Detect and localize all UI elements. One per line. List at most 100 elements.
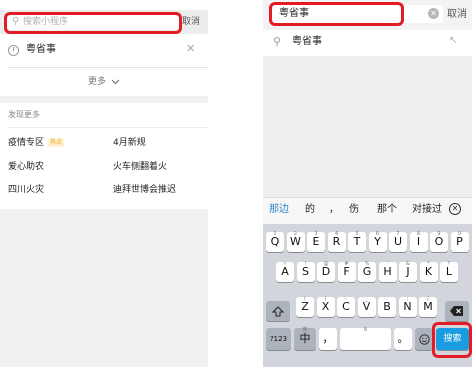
cancel-button[interactable]: 取消: [182, 14, 200, 30]
period-key[interactable]: 。: [394, 328, 412, 350]
cancel-button[interactable]: 取消: [447, 8, 467, 22]
language-key-sub: 英: [302, 327, 308, 333]
key-alt-char: (: [304, 296, 306, 302]
trend-label: 四川火灾: [8, 185, 45, 195]
key-alt-char: *: [427, 261, 430, 267]
key-alt-char: ?: [447, 261, 451, 267]
key-j[interactable]: & J: [399, 261, 417, 282]
clock-icon: [8, 45, 19, 56]
section-title: 发现更多: [8, 110, 40, 119]
key-s[interactable]: ! S: [296, 261, 315, 282]
highlight-box: [4, 12, 182, 34]
key-alt-char: 3: [314, 231, 318, 237]
trend-label: 迪拜世博会推迟: [113, 185, 177, 195]
key-alt-char: 1: [273, 231, 277, 237]
key-x[interactable]: ) X: [316, 296, 335, 317]
key-alt-char: 9: [437, 231, 441, 237]
key-alt-char: %: [364, 261, 370, 267]
comma-key[interactable]: ，: [319, 328, 337, 350]
key-alt-char: ~: [282, 261, 288, 267]
space-key[interactable]: 8: [340, 327, 391, 350]
key-o[interactable]: 9O: [430, 231, 448, 252]
key-r[interactable]: 4R: [327, 231, 346, 252]
fill-arrow-icon[interactable]: ↖: [449, 34, 457, 48]
key-u[interactable]: 7U: [389, 231, 407, 252]
key-alt-char: ;: [406, 296, 409, 302]
key-k[interactable]: * K: [419, 261, 438, 282]
trend-item[interactable]: 四川火灾: [8, 183, 44, 197]
close-candidates-icon[interactable]: ✕: [449, 203, 461, 215]
trend-item[interactable]: 迪拜世博会推迟: [113, 183, 176, 197]
backspace-key[interactable]: [445, 301, 469, 321]
candidate-bar: 那边 的 ， 伤 那个 对接过 ✕: [263, 197, 472, 225]
key-alt-char: ': [386, 261, 389, 267]
suggestion-label: 粤省事: [292, 36, 322, 47]
emoji-key[interactable]: [415, 328, 433, 350]
trend-item[interactable]: 疫情专区 热点: [8, 136, 65, 150]
key-i[interactable]: 8I: [409, 231, 428, 252]
mini-program-search-panel: ⚲ 搜索小程序 取消 粤省事 ✕ 更多 发现更多 疫情专区 热点 4月新规 爱心助…: [0, 0, 208, 367]
language-key[interactable]: 英 中: [294, 327, 316, 350]
key-alt-char: !: [304, 261, 307, 267]
history-item[interactable]: 粤省事 ✕: [0, 37, 208, 67]
key-alt-char: #: [344, 261, 349, 267]
key-d[interactable]: @ D: [317, 261, 335, 282]
key-h[interactable]: ' H: [378, 261, 397, 282]
trend-label: 4月新规: [113, 138, 146, 148]
divider: [8, 127, 208, 128]
trend-item[interactable]: 火车侧翻着火: [113, 160, 167, 174]
numbers-key[interactable]: ?123: [266, 328, 291, 350]
key-g[interactable]: % G: [358, 261, 376, 282]
key-f[interactable]: # F: [337, 261, 356, 282]
key-p[interactable]: 0P: [450, 231, 469, 252]
hot-badge: 热点: [48, 138, 65, 147]
key-alt-char: _: [365, 296, 368, 302]
key-alt-char: 4: [334, 231, 339, 237]
key-l[interactable]: ? L: [440, 261, 458, 282]
key-w[interactable]: 2W: [286, 231, 305, 252]
candidate-word[interactable]: ，: [329, 203, 339, 217]
more-button[interactable]: 更多: [0, 72, 208, 92]
key-alt-char: 5: [355, 231, 359, 237]
clear-icon[interactable]: ✕: [428, 8, 439, 19]
trend-item[interactable]: 爱心助农: [8, 160, 44, 174]
divider: [8, 67, 208, 68]
key-n[interactable]: ; N: [398, 296, 417, 317]
key-t[interactable]: 5T: [348, 231, 366, 252]
empty-area: [0, 209, 208, 367]
highlight-box: [432, 322, 472, 358]
candidate-word[interactable]: 那边: [269, 203, 289, 217]
shift-icon: [271, 305, 285, 316]
key-a[interactable]: ~ A: [276, 261, 294, 282]
key-alt-char: 0: [457, 231, 462, 237]
shift-key[interactable]: [266, 301, 290, 321]
emoji-icon: [418, 333, 430, 345]
key-alt-char: 6: [375, 231, 380, 237]
key-alt-char: 8: [416, 231, 421, 237]
section-gap: [0, 96, 208, 103]
trend-item[interactable]: 4月新规: [113, 136, 146, 150]
candidate-word[interactable]: 伤: [349, 203, 359, 217]
candidate-word[interactable]: 的: [305, 203, 315, 217]
key-alt-char: &: [406, 261, 410, 267]
candidate-word[interactable]: 对接过: [412, 203, 442, 217]
key-q[interactable]: 1Q: [266, 231, 284, 252]
key-alt-char: @: [323, 261, 329, 267]
key-alt-char: -: [345, 296, 347, 302]
trend-label: 火车侧翻着火: [113, 162, 168, 172]
more-label: 更多: [88, 77, 107, 87]
key-z[interactable]: (Z: [296, 296, 314, 317]
key-m[interactable]: / M: [419, 296, 437, 317]
key-b[interactable]: :B: [378, 296, 396, 317]
key-alt-char: /: [427, 296, 429, 302]
history-item-label: 粤省事: [26, 44, 56, 55]
suggestion-item[interactable]: ⚲ 粤省事 ↖: [263, 30, 472, 56]
key-v[interactable]: _ V: [357, 296, 376, 317]
close-icon[interactable]: ✕: [186, 42, 195, 56]
key-c[interactable]: -C: [337, 296, 355, 317]
candidate-word[interactable]: 那个: [377, 203, 397, 217]
space-key-sub: 8: [363, 327, 368, 333]
key-y[interactable]: 6Y: [368, 231, 387, 252]
key-alt-char: ): [324, 296, 327, 302]
key-e[interactable]: 3E: [307, 231, 325, 252]
